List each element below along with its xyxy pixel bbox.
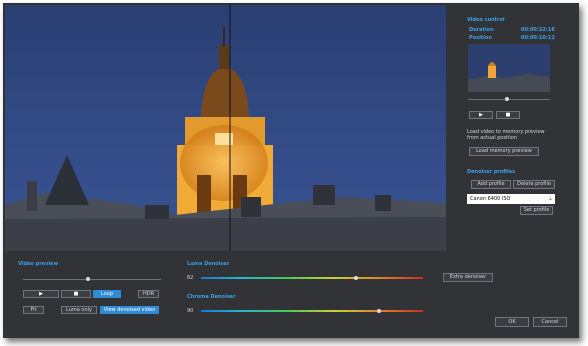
- extra-denoiser-button[interactable]: Extra denoiser: [443, 273, 493, 282]
- position-value: 00:00:10:12: [521, 35, 555, 41]
- profile-select[interactable]: Canon 6400 ISO ⌄: [467, 194, 555, 204]
- set-profile-button[interactable]: Set profile: [520, 206, 553, 215]
- position-label: Position: [469, 35, 492, 41]
- mini-position-slider[interactable]: [468, 99, 550, 100]
- luma-denoiser-slider-knob[interactable]: [354, 276, 359, 280]
- stop-icon: ■: [73, 291, 79, 297]
- luma-only-button[interactable]: Luma only: [61, 306, 97, 314]
- stop-button[interactable]: ■: [61, 290, 91, 298]
- preview-position-slider[interactable]: [23, 279, 161, 280]
- add-profile-button[interactable]: Add profile: [471, 180, 511, 189]
- video-control-title: Video control: [467, 17, 505, 23]
- mini-position-slider-knob[interactable]: [504, 97, 509, 101]
- duration-label: Duration: [469, 27, 494, 33]
- luma-denoiser-value: 82: [187, 275, 194, 281]
- luma-denoiser-slider[interactable]: [201, 277, 423, 279]
- video-preview-title: Video preview: [18, 261, 59, 267]
- chroma-denoiser-value: 90: [187, 308, 194, 314]
- play-icon: ▶: [479, 112, 483, 118]
- mini-stop-button[interactable]: ■: [496, 111, 520, 119]
- denoiser-window: Video control Duration 00:00:22:16 Posit…: [3, 3, 579, 338]
- denoiser-profiles-title: Denoiser profiles: [467, 169, 516, 175]
- mini-video-thumbnail: [468, 44, 550, 92]
- duration-value: 00:00:22:16: [521, 27, 555, 33]
- cancel-button[interactable]: Cancel: [533, 317, 567, 327]
- loop-button[interactable]: Loop: [93, 290, 121, 298]
- mini-play-button[interactable]: ▶: [469, 111, 493, 119]
- chroma-denoiser-slider-knob[interactable]: [376, 309, 381, 313]
- luma-denoiser-title: Luma Denoiser: [187, 261, 230, 267]
- preview-position-slider-knob[interactable]: [85, 277, 90, 281]
- stop-icon: ■: [505, 112, 511, 118]
- ok-button[interactable]: OK: [495, 317, 529, 327]
- chroma-denoiser-slider[interactable]: [201, 310, 423, 312]
- hdr-button[interactable]: HDR: [138, 290, 159, 298]
- delete-profile-button[interactable]: Delete profile: [513, 180, 555, 189]
- load-memory-preview-button[interactable]: Load memory preview: [469, 147, 539, 156]
- load-info-text: Load video to memory preview from actual…: [467, 129, 545, 141]
- view-denoised-video-button[interactable]: View denoised video: [100, 306, 159, 314]
- play-icon: ▶: [39, 291, 43, 297]
- fit-button[interactable]: Fit: [23, 306, 44, 314]
- play-button[interactable]: ▶: [23, 290, 59, 298]
- profile-select-value: Canon 6400 ISO: [470, 196, 511, 202]
- chroma-denoiser-title: Chroma Denoiser: [187, 294, 236, 300]
- chevron-down-icon: ⌄: [547, 195, 553, 202]
- video-preview-image: [5, 5, 446, 251]
